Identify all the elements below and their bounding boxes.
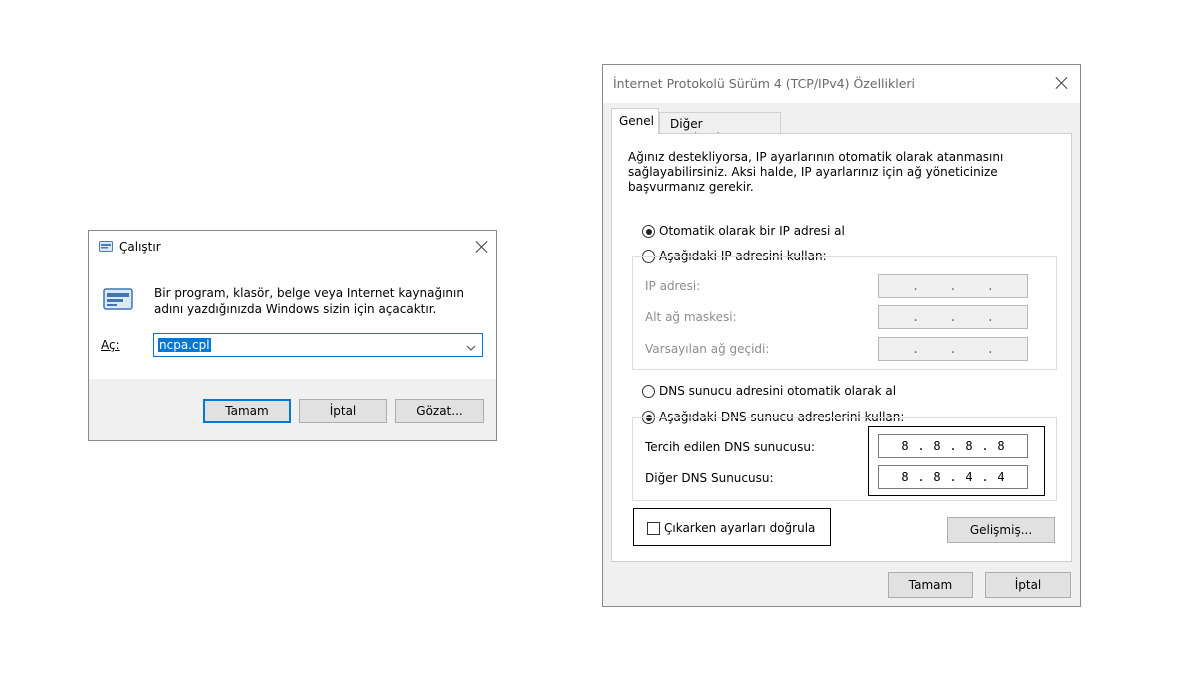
ip-address-label: IP adresi: (645, 279, 701, 293)
alternate-dns-label: Diğer DNS Sunucusu: (645, 471, 774, 485)
open-input[interactable]: ncpa.cpl (158, 338, 211, 352)
tab-genel[interactable]: Genel (611, 108, 659, 134)
advanced-button[interactable]: Gelişmiş... (947, 517, 1055, 543)
close-icon[interactable] (1054, 75, 1070, 91)
subnet-mask-field: ... (878, 305, 1028, 329)
dns-auto-radio[interactable] (642, 385, 655, 398)
ok-button[interactable]: Tamam (888, 572, 973, 598)
run-dialog-titlebar[interactable]: Çalıştır (89, 231, 496, 263)
subnet-mask-label: Alt ağ maskesi: (645, 310, 737, 324)
run-small-icon (99, 241, 113, 252)
ip-auto-label[interactable]: Otomatik olarak bir IP adresi al (659, 224, 845, 238)
ipv4-dialog-title: İnternet Protokolü Sürüm 4 (TCP/IPv4) Öz… (613, 76, 915, 91)
chevron-down-icon[interactable] (466, 341, 476, 351)
dns-highlight-box (868, 426, 1045, 496)
ip-auto-radio[interactable] (642, 225, 655, 238)
tab-panel: Ağınız destekliyorsa, IP ayarlarının oto… (611, 133, 1072, 562)
cancel-button[interactable]: İptal (985, 572, 1071, 598)
close-icon[interactable] (474, 239, 490, 255)
tab-diger-yapilandirma[interactable]: Diğer Yapılandırma (659, 112, 781, 145)
run-icon (103, 288, 133, 310)
run-dialog: Çalıştır Bir program, klasör, belge veya… (88, 230, 497, 441)
open-combobox[interactable]: ncpa.cpl (153, 333, 483, 357)
cancel-button[interactable]: İptal (299, 399, 387, 423)
ipv4-dialog-titlebar[interactable]: İnternet Protokolü Sürüm 4 (TCP/IPv4) Öz… (603, 65, 1080, 103)
run-description: Bir program, klasör, belge veya Internet… (154, 286, 464, 316)
validate-label[interactable]: Çıkarken ayarları doğrula (664, 521, 815, 535)
tab-genel-label: Genel (619, 114, 655, 128)
ip-address-field: ... (878, 274, 1028, 298)
preferred-dns-label: Tercih edilen DNS sunucusu: (645, 440, 815, 454)
run-button-panel: Tamam İptal Gözat... (89, 379, 496, 440)
dns-auto-label[interactable]: DNS sunucu adresini otomatik olarak al (659, 384, 896, 398)
validate-checkbox[interactable] (647, 522, 660, 535)
open-label: Aç: (101, 338, 120, 352)
info-text: Ağınız destekliyorsa, IP ayarlarının oto… (628, 150, 1004, 194)
browse-button[interactable]: Gözat... (395, 399, 484, 423)
default-gateway-label: Varsayılan ağ geçidi: (645, 342, 770, 356)
ok-button[interactable]: Tamam (203, 399, 291, 423)
ipv4-properties-dialog: İnternet Protokolü Sürüm 4 (TCP/IPv4) Öz… (602, 64, 1081, 607)
default-gateway-field: ... (878, 337, 1028, 361)
run-dialog-title: Çalıştır (119, 240, 161, 254)
